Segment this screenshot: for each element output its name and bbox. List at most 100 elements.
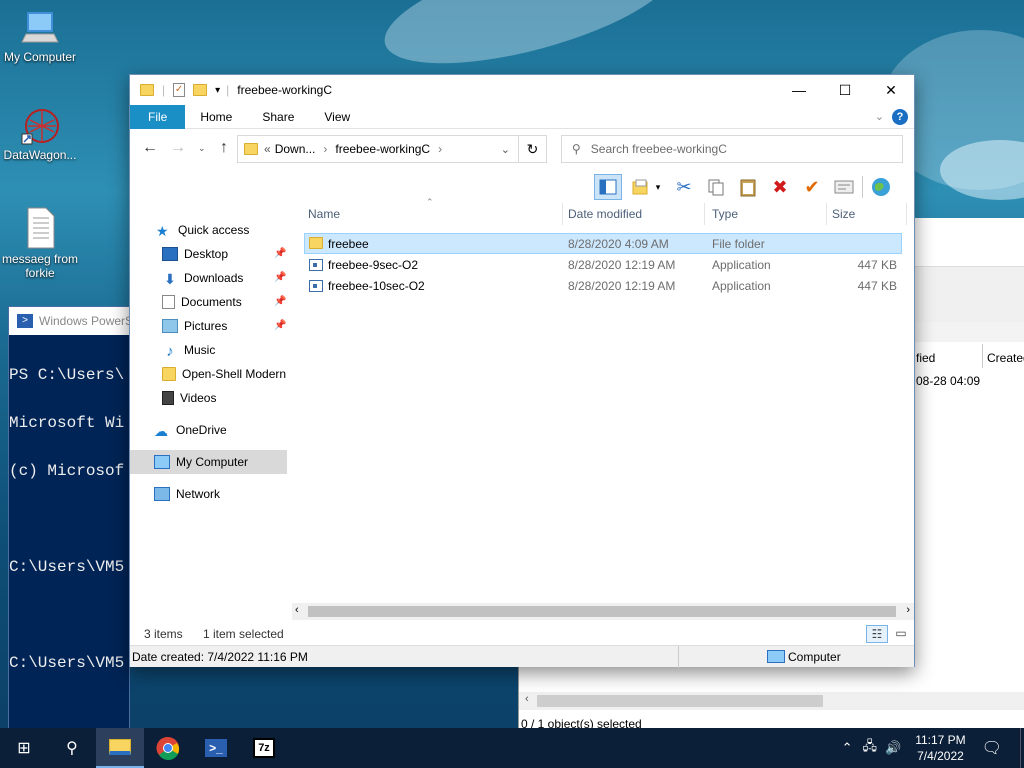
scrollbar-thumb[interactable] [308,606,896,617]
view-folders-icon[interactable]: ▾ [626,174,666,200]
nav-quick-access[interactable]: ★ Quick access [156,219,249,241]
help-icon[interactable]: ? [892,108,908,125]
file-row[interactable]: freebee 8/28/2020 4:09 AM File folder [304,233,902,254]
nav-open-shell[interactable]: Open-Shell Modern [162,363,286,385]
pin-icon[interactable]: 📌 [274,296,286,307]
nav-desktop[interactable]: Desktop [162,243,228,265]
documents-icon [162,295,175,309]
expand-ribbon-icon[interactable]: ⌄ [875,110,884,123]
nav-my-computer[interactable]: My Computer [130,450,287,474]
minimize-button[interactable]: — [776,75,822,105]
titlebar[interactable]: | ✓ ▾ | freebee-workingC — ☐ ✕ [130,75,914,105]
scroll-left-icon[interactable]: ‹ [525,693,529,705]
properties-icon[interactable] [830,174,858,200]
delete-icon[interactable]: ✖ [766,174,794,200]
separator: | [162,83,166,97]
clock-date: 7/4/2022 [917,749,964,763]
file-row[interactable]: freebee-10sec-O2 8/28/2020 12:19 AM Appl… [304,276,902,297]
breadcrumb-downloads[interactable]: Down... [275,142,316,156]
paste-icon[interactable] [734,174,762,200]
refresh-icon: ↻ [526,140,539,157]
nav-music[interactable]: ♪ Music [162,339,215,361]
taskbar-chrome[interactable] [144,728,192,768]
nav-downloads[interactable]: ⬇ Downloads [162,267,243,289]
powershell-window[interactable]: > Windows PowerS PS C:\Users\ Microsoft W… [8,306,130,730]
up-arrow-icon[interactable]: ↑ [212,139,236,157]
file-row[interactable]: freebee-9sec-O2 8/28/2020 12:19 AM Appli… [304,255,902,276]
col-header-name[interactable]: Name [308,203,340,225]
quick-access-dropdown-icon[interactable]: ▾ [215,85,220,96]
desktop-icon-datawagon[interactable]: DataWagon... [0,106,80,162]
copy-icon[interactable] [702,174,730,200]
bg-col-created[interactable]: Created [987,351,1024,365]
column-separator[interactable] [906,203,907,225]
desktop-icon-my-computer[interactable]: My Computer [0,8,80,64]
new-folder-icon[interactable] [193,84,208,96]
recent-locations-icon[interactable]: ⌄ [198,143,206,154]
column-separator[interactable] [562,203,563,225]
bg-col-modified[interactable]: fied [916,351,935,365]
network-status-icon[interactable]: 🖧 [863,737,878,759]
nav-pictures[interactable]: Pictures [162,315,227,337]
globe-icon[interactable] [867,174,895,200]
music-note-icon: ♪ [166,343,174,360]
nav-onedrive[interactable]: ☁ OneDrive [154,419,227,441]
taskbar-7zip[interactable]: 7z [240,728,288,768]
nav-documents[interactable]: Documents [162,291,242,313]
tab-view[interactable]: View [309,105,365,129]
scroll-right-icon[interactable]: › [906,604,910,616]
notifications-icon[interactable]: 🗨 [982,738,1002,758]
col-header-date[interactable]: Date modified [568,203,642,225]
address-bar[interactable]: « Down... › freebee-workingC › ⌄ [237,135,519,163]
preview-pane-icon[interactable] [594,174,622,200]
cut-icon[interactable]: ✂ [670,174,698,200]
desktop-icon-label: messaeg from forkie [1,252,79,280]
powershell-console[interactable]: PS C:\Users\ Microsoft Wi (c) Microsof C… [9,335,129,703]
start-button[interactable]: ⊞ [0,728,48,768]
tab-home[interactable]: Home [185,105,247,129]
horizontal-scrollbar[interactable]: ‹ › [292,603,914,620]
powershell-titlebar[interactable]: > Windows PowerS [9,307,129,335]
pin-icon[interactable]: 📌 [274,248,286,259]
properties-icon[interactable]: ✓ [173,83,186,97]
pin-icon[interactable]: 📌 [274,320,286,331]
checkmark-icon[interactable]: ✔ [798,174,826,200]
desktop-icon-message[interactable]: messaeg from forkie [0,206,80,280]
nav-videos[interactable]: Videos [162,387,216,409]
taskbar-file-explorer[interactable] [96,728,144,768]
sort-ascending-icon: ⌃ [426,197,434,207]
scroll-left-icon[interactable]: ‹ [295,604,299,616]
maximize-button[interactable]: ☐ [822,75,868,105]
breadcrumb-overflow[interactable]: « [264,142,271,156]
breadcrumb-current[interactable]: freebee-workingC [335,142,430,156]
taskbar-powershell[interactable]: >_ [192,728,240,768]
chevron-right-icon[interactable]: › [323,142,327,156]
search-button[interactable]: ⚲ [48,728,96,768]
separator: | [226,83,230,97]
col-header-type[interactable]: Type [712,203,738,225]
bg-hscroll-thumb[interactable] [537,695,823,707]
refresh-button[interactable]: ↻ [519,135,547,163]
address-dropdown-icon[interactable]: ⌄ [501,143,510,156]
search-input[interactable]: ⚲ Search freebee-workingC [561,135,903,163]
back-arrow-icon[interactable]: ← [138,139,162,157]
column-separator[interactable] [826,203,827,225]
tab-share[interactable]: Share [247,105,309,129]
tab-file[interactable]: File [130,104,186,129]
clock[interactable]: 11:17 PM 7/4/2022 [915,732,965,764]
details-view-icon[interactable]: ☷ [866,625,888,643]
show-hidden-icons-icon[interactable]: ⌃ [842,740,853,756]
pin-icon[interactable]: 📌 [274,272,286,283]
folder-icon [140,84,154,96]
chevron-right-icon[interactable]: › [438,142,442,156]
bg-hscroll[interactable]: ‹ [519,692,1024,710]
large-icons-view-icon[interactable]: ▭ [892,625,910,643]
nav-network[interactable]: Network [154,483,220,505]
volume-icon[interactable]: 🔊 [885,740,901,756]
explorer-window[interactable]: | ✓ ▾ | freebee-workingC — ☐ ✕ File Home… [129,74,915,668]
close-button[interactable]: ✕ [868,75,914,105]
col-header-size[interactable]: Size [832,203,855,225]
show-desktop-button[interactable] [1020,728,1024,768]
forward-arrow-icon[interactable]: → [166,139,190,157]
column-separator[interactable] [704,203,705,225]
